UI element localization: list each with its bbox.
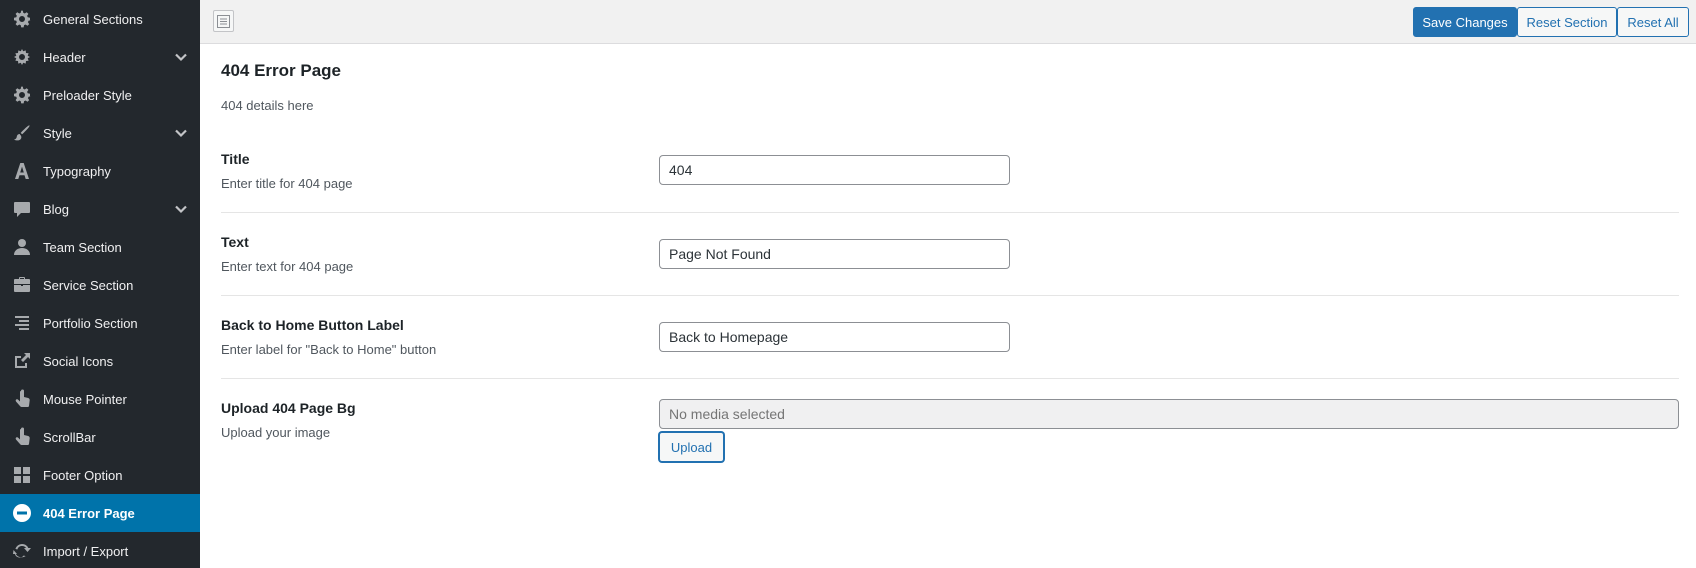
sidebar-item-social-icons[interactable]: Social Icons: [0, 342, 200, 380]
brush-icon: [12, 123, 32, 143]
expand-toggle-button[interactable]: [213, 10, 234, 32]
minus-circle-icon: [12, 503, 32, 523]
sidebar-item-team-section[interactable]: Team Section: [0, 228, 200, 266]
sidebar-item-import-export[interactable]: Import / Export: [0, 532, 200, 568]
section-title: 404 Error Page: [221, 61, 342, 80]
chevron-down-icon[interactable]: [174, 202, 188, 216]
text-input[interactable]: [659, 239, 1010, 269]
gear-icon: [12, 85, 32, 105]
sidebar-item-preloader-style[interactable]: Preloader Style: [0, 76, 200, 114]
title-input[interactable]: [659, 155, 1010, 185]
sidebar-item-blog[interactable]: Blog: [0, 190, 200, 228]
text-field-label: Text: [221, 234, 249, 250]
reset-all-button[interactable]: Reset All: [1617, 7, 1689, 37]
upload-bg-field-description: Upload your image: [221, 425, 331, 440]
sidebar-item-footer-option[interactable]: Footer Option: [0, 456, 200, 494]
settings-panel: 404 Error Page 404 details here Title En…: [200, 44, 1696, 568]
cog-icon: [12, 47, 32, 67]
sidebar-item-mouse-pointer[interactable]: Mouse Pointer: [0, 380, 200, 418]
comment-icon: [12, 199, 32, 219]
sidebar-item-label: Team Section: [43, 239, 122, 255]
sidebar-item-general-sections[interactable]: General Sections: [0, 0, 200, 38]
upload-button[interactable]: Upload: [659, 432, 724, 462]
sidebar-item-label: Header: [43, 49, 86, 65]
field-divider: [221, 295, 1679, 296]
sidebar-item-typography[interactable]: Typography: [0, 152, 200, 190]
options-sidebar: General Sections Header Preloader Style …: [0, 0, 200, 568]
sidebar-item-portfolio-section[interactable]: Portfolio Section: [0, 304, 200, 342]
sidebar-item-label: Style: [43, 125, 72, 141]
list-icon: [217, 14, 230, 28]
upload-bg-field-label: Upload 404 Page Bg: [221, 400, 356, 416]
field-divider: [221, 378, 1679, 379]
briefcase-icon: [12, 275, 32, 295]
sidebar-item-label: Social Icons: [43, 353, 114, 369]
options-toolbar: Save Changes Reset Section Reset All: [200, 0, 1696, 44]
chevron-down-icon[interactable]: [174, 50, 188, 64]
save-changes-button[interactable]: Save Changes: [1413, 7, 1517, 37]
sidebar-item-label: Blog: [43, 201, 70, 217]
sidebar-item-header[interactable]: Header: [0, 38, 200, 76]
pointer-hand-icon: [12, 427, 32, 447]
sidebar-item-scrollbar[interactable]: ScrollBar: [0, 418, 200, 456]
sidebar-item-label: 404 Error Page: [43, 505, 135, 521]
typography-icon: [12, 161, 32, 181]
gear-icon: [12, 9, 32, 29]
back-home-field-description: Enter label for "Back to Home" button: [221, 342, 437, 357]
sidebar-item-label: Portfolio Section: [43, 315, 138, 331]
sidebar-item-label: ScrollBar: [43, 429, 96, 445]
text-field-description: Enter text for 404 page: [221, 259, 354, 274]
user-icon: [12, 237, 32, 257]
sidebar-item-label: Mouse Pointer: [43, 391, 127, 407]
title-field-description: Enter title for 404 page: [221, 176, 353, 191]
reset-section-button[interactable]: Reset Section: [1517, 7, 1617, 37]
sidebar-item-label: Preloader Style: [43, 87, 132, 103]
chevron-down-icon[interactable]: [174, 126, 188, 140]
field-divider: [221, 212, 1679, 213]
grid-icon: [12, 465, 32, 485]
back-home-input[interactable]: [659, 322, 1010, 352]
back-home-field-label: Back to Home Button Label: [221, 317, 404, 333]
sidebar-item-404-error-page[interactable]: 404 Error Page: [0, 494, 200, 532]
pointer-hand-icon: [12, 389, 32, 409]
sidebar-item-label: Import / Export: [43, 543, 129, 559]
media-url-input[interactable]: [659, 399, 1679, 429]
share-icon: [12, 351, 32, 371]
sidebar-item-label: Typography: [43, 163, 111, 179]
refresh-icon: [12, 541, 32, 561]
title-field-label: Title: [221, 151, 250, 167]
section-description: 404 details here: [221, 98, 314, 113]
sidebar-item-label: Footer Option: [43, 467, 123, 483]
align-right-icon: [12, 313, 32, 333]
sidebar-item-label: General Sections: [43, 11, 143, 27]
sidebar-item-service-section[interactable]: Service Section: [0, 266, 200, 304]
sidebar-item-style[interactable]: Style: [0, 114, 200, 152]
sidebar-item-label: Service Section: [43, 277, 134, 293]
